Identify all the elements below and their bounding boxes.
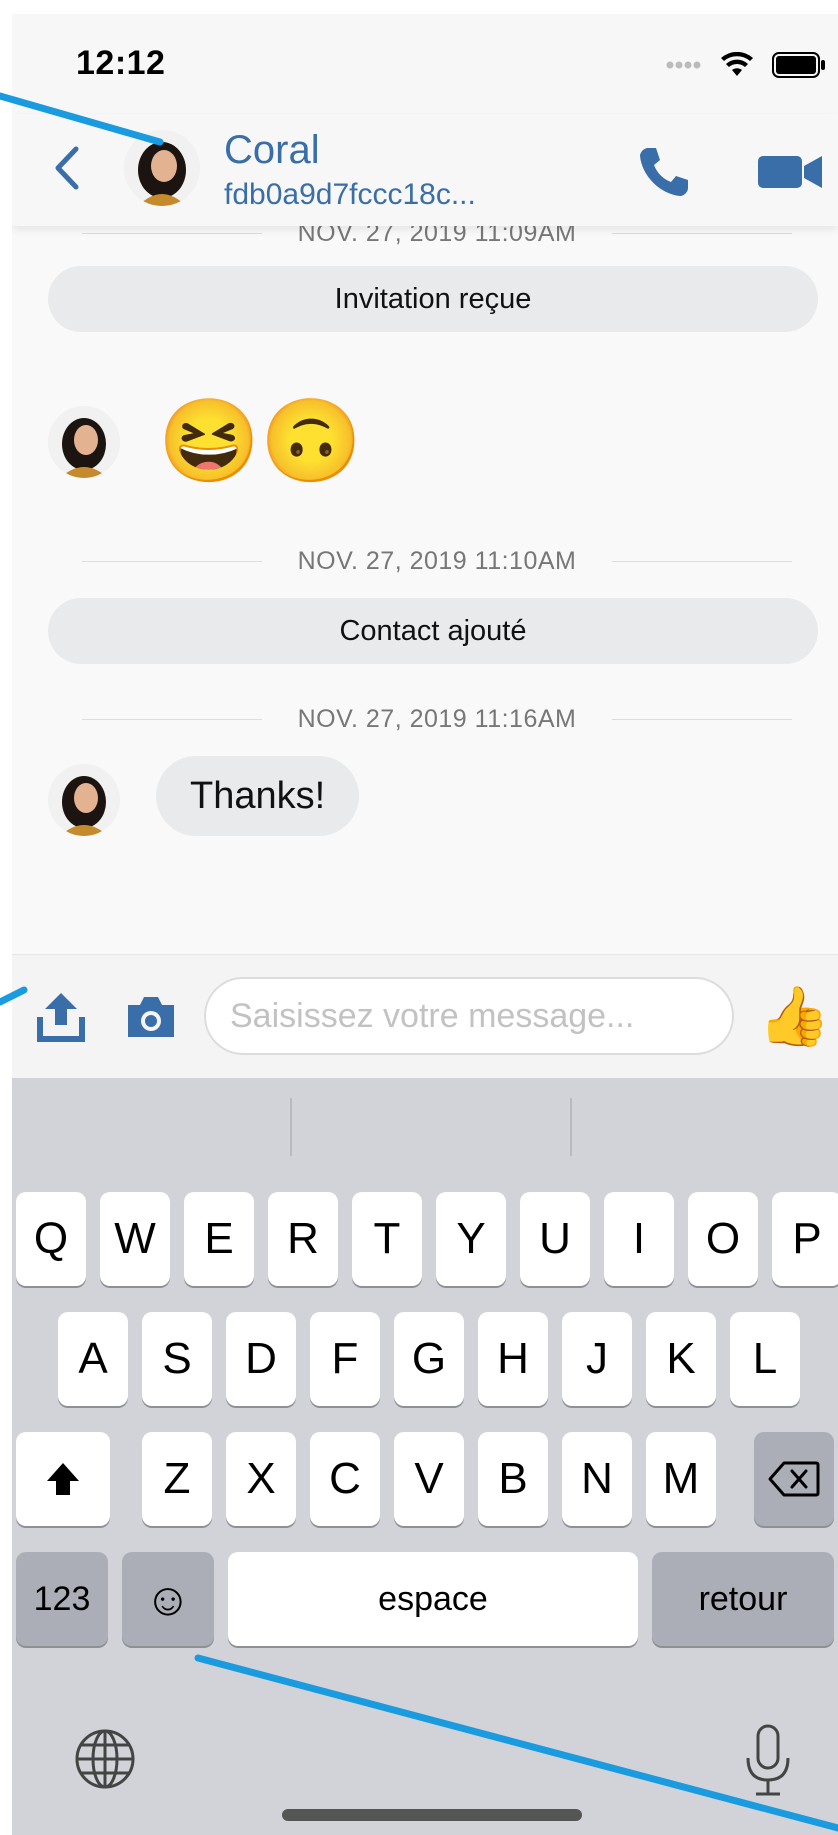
microphone-icon xyxy=(746,1724,790,1796)
key-z[interactable]: Z xyxy=(142,1432,212,1526)
key-e[interactable]: E xyxy=(184,1192,254,1286)
chat-header: Coral fdb0a9d7fccc18c... xyxy=(12,114,838,226)
avatar-image xyxy=(124,130,200,206)
key-b[interactable]: B xyxy=(478,1432,548,1526)
key-l[interactable]: L xyxy=(730,1312,800,1406)
thumbs-up-send-button[interactable]: 👍 xyxy=(758,977,830,1057)
space-key[interactable]: espace xyxy=(228,1552,638,1646)
contact-name[interactable]: Coral xyxy=(224,128,320,173)
key-p[interactable]: P xyxy=(772,1192,838,1286)
key-c[interactable]: C xyxy=(310,1432,380,1526)
status-icons xyxy=(666,52,826,78)
message-input[interactable] xyxy=(204,977,734,1055)
key-j[interactable]: J xyxy=(562,1312,632,1406)
shift-icon xyxy=(47,1463,79,1495)
key-n[interactable]: N xyxy=(562,1432,632,1526)
message-input-bar: 👍 xyxy=(12,954,838,1078)
battery-icon xyxy=(772,52,825,78)
globe-button[interactable] xyxy=(72,1726,138,1792)
date-separator: NOV. 27, 2019 11:16AM xyxy=(82,702,792,736)
camera-button[interactable] xyxy=(124,993,178,1041)
status-bar: 12:12 xyxy=(12,14,838,114)
camera-icon xyxy=(128,997,174,1037)
date-separator: NOV. 27, 2019 11:10AM xyxy=(82,544,792,578)
key-t[interactable]: T xyxy=(352,1192,422,1286)
key-s[interactable]: S xyxy=(142,1312,212,1406)
key-y[interactable]: Y xyxy=(436,1192,506,1286)
chat-screen: 12:12 Coral fdb0a9d7fccc18c... NOV. 27, … xyxy=(12,14,838,1835)
event-invitation-received: Invitation reçue xyxy=(48,266,818,332)
upload-button[interactable] xyxy=(36,989,86,1045)
key-d[interactable]: D xyxy=(226,1312,296,1406)
key-m[interactable]: M xyxy=(646,1432,716,1526)
globe-icon xyxy=(75,1729,135,1789)
key-a[interactable]: A xyxy=(58,1312,128,1406)
microphone-button[interactable] xyxy=(738,1722,798,1802)
video-call-button[interactable] xyxy=(756,146,826,198)
message-bubble[interactable]: Thanks! xyxy=(156,756,360,836)
key-g[interactable]: G xyxy=(394,1312,464,1406)
emoji-message: 😆🙃 xyxy=(158,396,363,487)
call-button[interactable] xyxy=(636,144,696,200)
backspace-icon xyxy=(768,1461,820,1497)
signal-icon xyxy=(666,61,701,69)
back-button[interactable] xyxy=(42,138,92,198)
key-x[interactable]: X xyxy=(226,1432,296,1526)
key-u[interactable]: U xyxy=(520,1192,590,1286)
contact-avatar[interactable] xyxy=(124,130,200,206)
contact-id: fdb0a9d7fccc18c... xyxy=(224,178,476,211)
key-o[interactable]: O xyxy=(688,1192,758,1286)
key-q[interactable]: Q xyxy=(16,1192,86,1286)
home-indicator xyxy=(282,1809,582,1821)
return-key[interactable]: retour xyxy=(652,1552,834,1646)
wifi-icon xyxy=(721,52,753,76)
message-avatar[interactable] xyxy=(48,764,120,836)
video-camera-icon xyxy=(758,156,822,188)
message-avatar[interactable] xyxy=(48,406,120,478)
numbers-key[interactable]: 123 xyxy=(16,1552,108,1646)
upload-icon xyxy=(37,993,85,1042)
key-w[interactable]: W xyxy=(100,1192,170,1286)
predictive-bar[interactable] xyxy=(12,1078,838,1168)
emoji-key[interactable]: ☺ xyxy=(122,1552,214,1646)
backspace-key[interactable] xyxy=(754,1432,834,1526)
shift-key[interactable] xyxy=(16,1432,110,1526)
key-r[interactable]: R xyxy=(268,1192,338,1286)
avatar-image xyxy=(48,406,120,478)
phone-icon xyxy=(640,148,688,196)
key-h[interactable]: H xyxy=(478,1312,548,1406)
status-time: 12:12 xyxy=(76,44,166,82)
avatar-image xyxy=(48,764,120,836)
key-f[interactable]: F xyxy=(310,1312,380,1406)
key-k[interactable]: K xyxy=(646,1312,716,1406)
back-chevron-icon xyxy=(55,146,79,190)
key-v[interactable]: V xyxy=(394,1432,464,1526)
key-i[interactable]: I xyxy=(604,1192,674,1286)
event-contact-added: Contact ajouté xyxy=(48,598,818,664)
keyboard: Q W E R T Y U I O P A S D F G H J K L Z … xyxy=(12,1078,838,1835)
